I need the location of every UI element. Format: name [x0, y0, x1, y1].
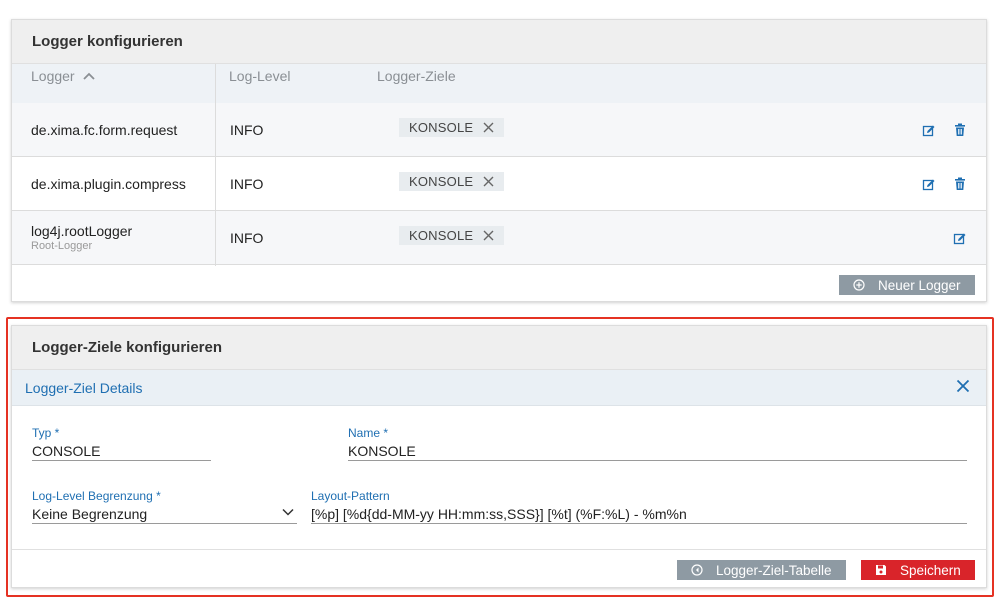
- column-header-targets[interactable]: Logger-Ziele: [377, 68, 456, 84]
- column-divider: [215, 64, 216, 266]
- remove-x-icon[interactable]: [483, 122, 494, 133]
- plus-circle-icon: [853, 279, 865, 291]
- save-icon: [876, 565, 886, 575]
- close-icon[interactable]: [956, 379, 970, 393]
- column-header-log-level[interactable]: Log-Level: [229, 68, 291, 84]
- logger-name: log4j.rootLogger: [31, 223, 133, 239]
- logger-target-table-button-label: Logger-Ziel-Tabelle: [716, 562, 832, 578]
- logger-level: INFO: [230, 122, 264, 138]
- target-chip: KONSOLE: [399, 172, 505, 191]
- trash-icon[interactable]: [953, 177, 967, 191]
- logger-subtitle: Root-Logger: [31, 240, 93, 252]
- logger-target-table-button[interactable]: Logger-Ziel-Tabelle: [677, 560, 846, 580]
- target-chip: KONSOLE: [399, 118, 505, 137]
- target-details-bar: Logger-Ziel Details: [12, 370, 986, 406]
- target-panel-title: Logger-Ziele konfigurieren: [12, 326, 986, 370]
- new-logger-button-label: Neuer Logger: [878, 277, 961, 293]
- edit-icon[interactable]: [922, 124, 936, 138]
- arrow-circle-icon: [691, 564, 703, 576]
- pattern-field-underline: [311, 523, 967, 524]
- target-chip-label: KONSOLE: [409, 228, 474, 243]
- level-limit-underline: [32, 523, 297, 524]
- target-panel-footer: Logger-Ziel-Tabelle Speichern: [12, 549, 986, 589]
- chevron-down-icon[interactable]: [282, 508, 294, 516]
- logger-name: de.xima.fc.form.request: [31, 122, 178, 138]
- edit-icon[interactable]: [922, 178, 936, 192]
- pattern-label: Layout-Pattern: [311, 489, 390, 503]
- target-chip: KONSOLE: [399, 226, 505, 245]
- remove-x-icon[interactable]: [483, 176, 494, 187]
- target-chip-label: KONSOLE: [409, 174, 474, 189]
- trash-icon[interactable]: [953, 123, 967, 137]
- logger-panel-title: Logger konfigurieren: [12, 20, 986, 64]
- logger-level: INFO: [230, 176, 264, 192]
- column-header-logger-label: Logger: [31, 68, 75, 84]
- target-details-title: Logger-Ziel Details: [25, 380, 143, 396]
- edit-icon[interactable]: [953, 232, 967, 246]
- save-button[interactable]: Speichern: [861, 560, 975, 580]
- name-field[interactable]: KONSOLE: [348, 443, 416, 459]
- remove-x-icon[interactable]: [483, 230, 494, 241]
- logger-target-panel: Logger-Ziele konfigurieren Logger-Ziel D…: [11, 325, 987, 588]
- level-limit-label: Log-Level Begrenzung *: [32, 489, 161, 503]
- target-chip-label: KONSOLE: [409, 120, 474, 135]
- new-logger-button[interactable]: Neuer Logger: [839, 275, 975, 295]
- chevron-up-icon: [82, 72, 95, 80]
- typ-field[interactable]: CONSOLE: [32, 443, 100, 459]
- typ-label: Typ *: [32, 426, 60, 440]
- typ-field-underline: [32, 460, 211, 461]
- table-row[interactable]: de.xima.plugin.compress INFO KONSOLE: [12, 157, 986, 211]
- logger-panel-footer: Neuer Logger: [12, 266, 986, 303]
- pattern-field[interactable]: [%p] [%d{dd-MM-yy HH:mm:ss,SSS}] [%t] (%…: [311, 506, 687, 522]
- logger-config-panel: Logger konfigurieren Logger Log-Level Lo…: [11, 19, 987, 302]
- level-limit-select[interactable]: Keine Begrenzung: [32, 506, 147, 522]
- save-button-label: Speichern: [900, 562, 961, 578]
- logger-level: INFO: [230, 230, 264, 246]
- table-row[interactable]: de.xima.fc.form.request INFO KONSOLE: [12, 103, 986, 157]
- column-header-logger[interactable]: Logger: [31, 68, 95, 84]
- logger-name: de.xima.plugin.compress: [31, 176, 186, 192]
- table-row[interactable]: log4j.rootLogger Root-Logger INFO KONSOL…: [12, 211, 986, 265]
- name-field-underline: [348, 460, 967, 461]
- name-label: Name *: [348, 426, 389, 440]
